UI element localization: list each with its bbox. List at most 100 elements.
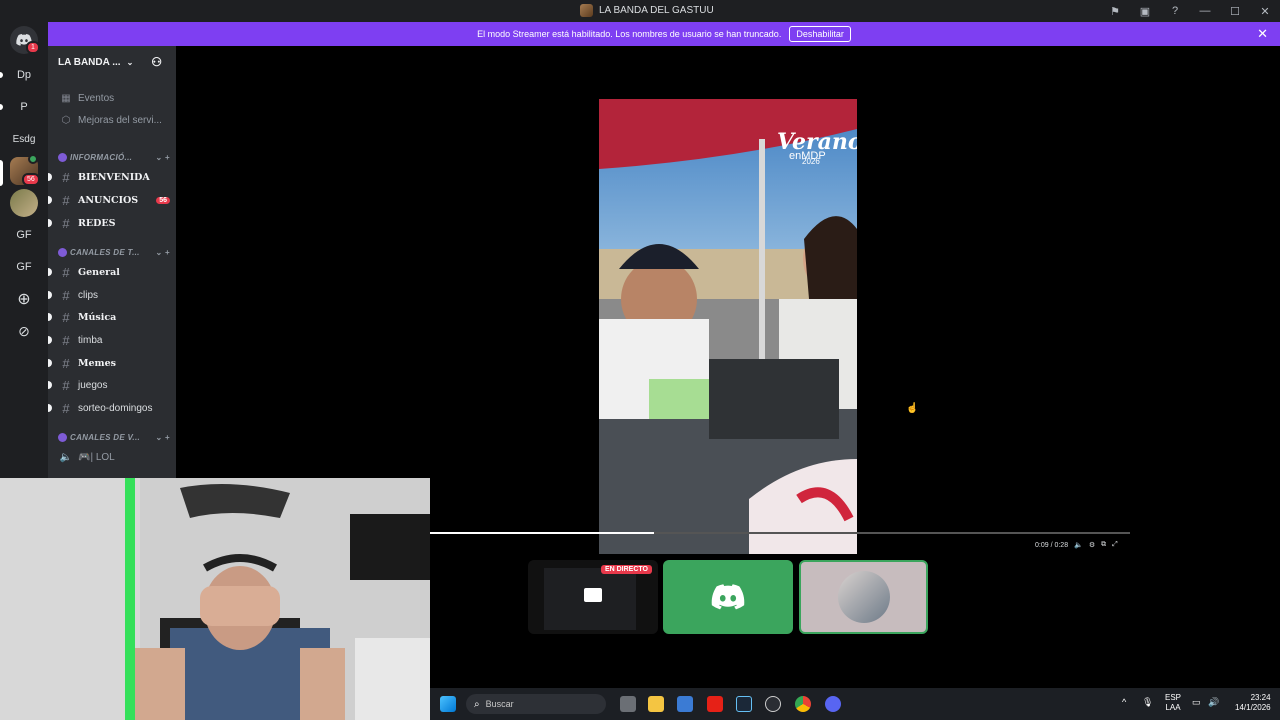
- category-label: CANALES DE V...: [70, 433, 140, 442]
- title-bar: LA BANDA DEL GASTUU ⚑ ▣ ? — ☐ ✕: [0, 0, 1280, 22]
- server-header[interactable]: LA BANDA ... ⌄ ⚇: [48, 46, 176, 78]
- hash-icon: #: [62, 332, 70, 348]
- chrome-icon[interactable]: [795, 696, 811, 712]
- channel-label: BIENVENIDA: [78, 171, 150, 183]
- boost-icon: ⬡: [61, 114, 71, 126]
- video-player[interactable]: Verano! enMDP 2026: [599, 99, 857, 554]
- guild-esdg[interactable]: Esdg: [10, 125, 38, 153]
- popout-icon[interactable]: ⧉: [1101, 541, 1106, 549]
- hash-icon: #: [62, 309, 70, 325]
- unread-dot: [48, 219, 52, 227]
- server-list: 1 Dp P Esdg 56 GF GF ⊕ ⊘: [0, 22, 48, 478]
- tray-chevron-icon[interactable]: ^: [1122, 697, 1126, 707]
- streamer-mode-banner: El modo Streamer está habilitado. Los no…: [48, 22, 1280, 46]
- close-window-button[interactable]: ✕: [1250, 0, 1280, 22]
- mic-icon[interactable]: 🎙: [1142, 697, 1153, 708]
- fullscreen-icon[interactable]: ⤢: [1112, 541, 1118, 549]
- boosts-label: Mejoras del servi...: [78, 114, 162, 126]
- guild-la-banda[interactable]: 56: [10, 154, 40, 186]
- add-server-icon[interactable]: ⊕: [10, 285, 38, 313]
- channel-clips[interactable]: # clips: [48, 285, 170, 305]
- user-avatar-tile[interactable]: [799, 560, 928, 634]
- unread-dot: [48, 291, 52, 299]
- channel-label: sorteo-domingos: [78, 402, 153, 414]
- discord-taskbar-icon[interactable]: [825, 696, 841, 712]
- add-channel-icon[interactable]: ⌄ +: [156, 248, 171, 257]
- minimize-button[interactable]: —: [1190, 0, 1220, 22]
- close-icon[interactable]: ✕: [1257, 26, 1268, 42]
- help-icon[interactable]: ?: [1160, 0, 1190, 22]
- discord-logo-icon: [711, 584, 745, 610]
- discord-user-tile[interactable]: [663, 560, 793, 634]
- file-explorer-icon[interactable]: [648, 696, 664, 712]
- category-text[interactable]: CANALES DE T... ⌄ +: [58, 248, 170, 257]
- screen-icon: [584, 588, 602, 602]
- app-icon[interactable]: [765, 696, 781, 712]
- disable-streamer-button[interactable]: Deshabilitar: [789, 26, 851, 42]
- volume-icon[interactable]: 🔈: [1074, 541, 1083, 549]
- search-box[interactable]: ⌕ Buscar: [466, 694, 606, 714]
- channel-redes[interactable]: # REDES: [48, 213, 170, 233]
- clock[interactable]: 23:24 14/1/2026: [1235, 693, 1271, 713]
- guild-gf-2[interactable]: GF: [10, 253, 38, 281]
- youtube-icon[interactable]: [707, 696, 723, 712]
- clock-time: 23:24: [1250, 693, 1271, 702]
- guild-p[interactable]: P: [10, 93, 38, 121]
- discord-home-icon[interactable]: 1: [10, 26, 40, 54]
- channel-bienvenida[interactable]: # BIENVENIDA: [48, 167, 170, 187]
- language-code: ESP: [1165, 693, 1182, 702]
- voice-channel-lol[interactable]: 🔈 🎮| LOL: [58, 447, 170, 467]
- overlay-year: 2026: [802, 157, 820, 166]
- language-indicator[interactable]: ESP LAA: [1165, 693, 1181, 713]
- guild-gf-1[interactable]: GF: [10, 221, 38, 249]
- voice-icon: [28, 154, 38, 164]
- channel-label: ANUNCIOS: [78, 194, 139, 206]
- hash-icon: #: [62, 169, 70, 185]
- events-item[interactable]: ▦ Eventos: [58, 88, 170, 108]
- channel-sorteo-domingos[interactable]: # sorteo-domingos: [48, 398, 170, 418]
- flag-icon[interactable]: ⚑: [1100, 0, 1130, 22]
- channel-musica[interactable]: # Música: [48, 307, 170, 327]
- invite-icon[interactable]: ⚇: [151, 55, 162, 69]
- channel-label: REDES: [78, 217, 116, 229]
- channel-sidebar: LA BANDA ... ⌄ ⚇ ▦ Eventos ⬡ Mejoras del…: [48, 46, 176, 478]
- store-icon[interactable]: [677, 696, 693, 712]
- category-info[interactable]: INFORMACIÓ... ⌄ +: [58, 153, 170, 162]
- channel-anuncios[interactable]: # ANUNCIOS 56: [48, 190, 170, 210]
- unread-dot: [48, 404, 52, 412]
- category-voice[interactable]: CANALES DE V... ⌄ +: [58, 433, 170, 442]
- inbox-icon[interactable]: ▣: [1130, 0, 1160, 22]
- selected-pill: [0, 160, 3, 186]
- guild-dp[interactable]: Dp: [10, 61, 38, 89]
- guild-avatar[interactable]: [10, 189, 38, 217]
- video-progress-fill: [430, 532, 654, 534]
- server-avatar-icon: [580, 4, 593, 17]
- channel-timba[interactable]: # timba: [48, 330, 170, 350]
- search-placeholder: Buscar: [485, 699, 514, 709]
- channel-general[interactable]: # General: [48, 262, 170, 282]
- cursor-icon: ☝: [906, 403, 919, 414]
- video-progress-bar[interactable]: [430, 532, 1130, 534]
- volume-tray-icon[interactable]: 🔊: [1208, 697, 1219, 708]
- maximize-button[interactable]: ☐: [1220, 0, 1250, 22]
- stream-tile[interactable]: EN DIRECTO: [528, 560, 658, 634]
- category-icon: [58, 433, 67, 442]
- speaker-icon: 🔈: [59, 451, 73, 463]
- channel-juegos[interactable]: # juegos: [48, 375, 170, 395]
- explore-icon[interactable]: ⊘: [10, 317, 38, 345]
- server-name: LA BANDA ...: [58, 56, 121, 68]
- hash-icon: #: [62, 355, 70, 371]
- unread-pill: [0, 104, 3, 110]
- add-channel-icon[interactable]: ⌄ +: [156, 153, 171, 162]
- add-channel-icon[interactable]: ⌄ +: [156, 433, 171, 442]
- settings-icon[interactable]: ⚙: [1089, 541, 1095, 549]
- channel-label: Memes: [78, 357, 117, 369]
- hash-icon: #: [62, 192, 70, 208]
- video-time: 0:09 / 0:28: [1035, 541, 1069, 549]
- boosts-item[interactable]: ⬡ Mejoras del servi...: [58, 110, 170, 130]
- display-icon[interactable]: ▭: [1192, 697, 1201, 708]
- task-view-icon[interactable]: [620, 696, 636, 712]
- steam-icon[interactable]: [736, 696, 752, 712]
- windows-start-icon[interactable]: [440, 696, 456, 712]
- channel-memes[interactable]: # Memes: [48, 353, 170, 373]
